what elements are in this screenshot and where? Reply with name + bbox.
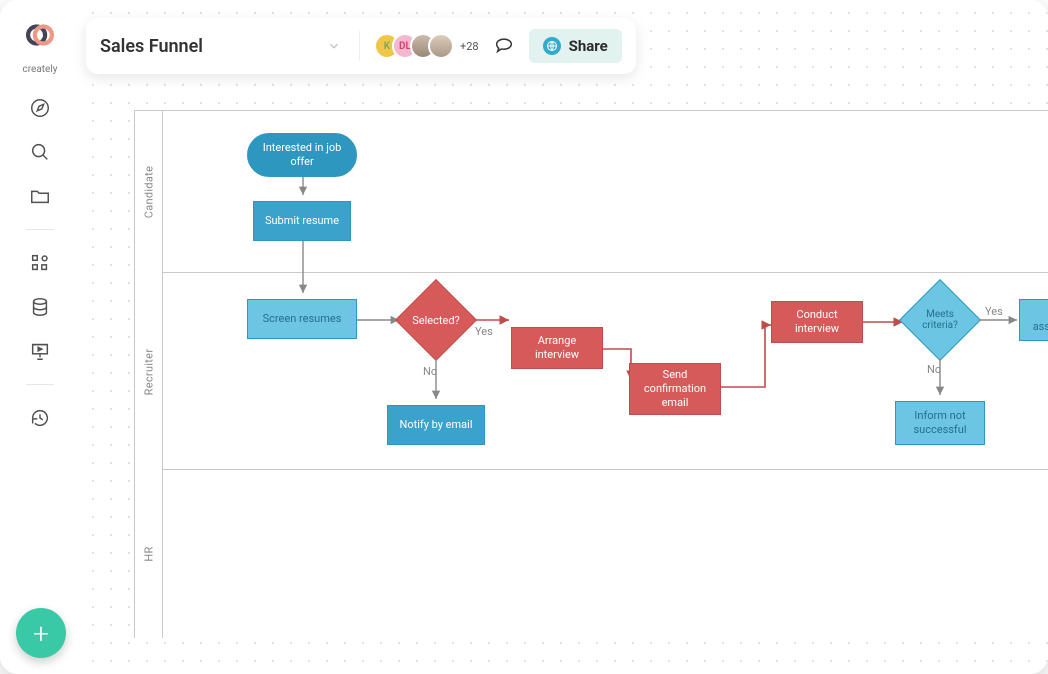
history-icon[interactable] xyxy=(29,407,51,429)
sidebar-divider xyxy=(26,229,54,230)
collaborator-avatars[interactable]: K DL +28 xyxy=(374,33,479,59)
add-button[interactable]: + xyxy=(16,608,66,658)
document-title[interactable]: Sales Funnel xyxy=(100,36,313,57)
avatar-more-count[interactable]: +28 xyxy=(460,40,479,53)
sidebar: creately xyxy=(0,0,80,674)
brand-logo xyxy=(23,18,57,56)
divider xyxy=(359,31,360,61)
topbar: Sales Funnel K DL +28 Share xyxy=(86,18,636,74)
edge-label-yes: Yes xyxy=(985,305,1003,318)
share-button[interactable]: Share xyxy=(529,29,622,63)
database-icon[interactable] xyxy=(29,296,51,318)
shapes-icon[interactable] xyxy=(29,252,51,274)
node-decision-meets-criteria[interactable]: Meets criteria? xyxy=(911,291,969,349)
node-decision-selected[interactable]: Selected? xyxy=(407,291,465,349)
avatar[interactable] xyxy=(428,33,454,59)
node-screen-resumes[interactable]: Screen resumes xyxy=(247,299,357,339)
search-icon[interactable] xyxy=(29,141,51,163)
comment-icon[interactable] xyxy=(493,35,515,57)
lane-hr xyxy=(163,470,1048,638)
node-arrange-interview[interactable]: Arrange interview xyxy=(511,327,603,369)
node-conduct-interview[interactable]: Conduct interview xyxy=(771,301,863,343)
share-label: Share xyxy=(569,37,608,55)
presentation-icon[interactable] xyxy=(29,340,51,362)
node-start-interested[interactable]: Interested in job offer xyxy=(247,133,357,177)
brand-name: creately xyxy=(22,64,57,75)
app-window: creately Sales Funnel K DL +28 Share xyxy=(0,0,1048,674)
canvas[interactable]: Candidate Recruiter HR Interested in job… xyxy=(80,0,1048,674)
compass-icon[interactable] xyxy=(29,97,51,119)
node-submit-resume[interactable]: Submit resume xyxy=(253,201,351,241)
folder-icon[interactable] xyxy=(29,185,51,207)
edge-label-yes: Yes xyxy=(475,325,493,338)
node-send-confirmation[interactable]: Send confirmation email xyxy=(629,363,721,415)
node-notify-email[interactable]: Notify by email xyxy=(387,405,485,445)
lane-header-hr: HR xyxy=(135,470,163,638)
edge-label-no: No xyxy=(423,365,437,378)
edge-label-no: No xyxy=(927,363,941,376)
globe-icon xyxy=(543,37,561,55)
lane-header-candidate: Candidate xyxy=(135,111,163,273)
swimlane-container: Candidate Recruiter HR Interested in job… xyxy=(134,110,1048,638)
lane-header-recruiter: Recruiter xyxy=(135,273,163,470)
node-arrange-assessment[interactable]: Arrange assessment d xyxy=(1019,299,1048,341)
sidebar-divider xyxy=(26,384,54,385)
node-inform-not-successful[interactable]: Inform not successful xyxy=(895,401,985,445)
chevron-down-icon[interactable] xyxy=(327,39,341,53)
